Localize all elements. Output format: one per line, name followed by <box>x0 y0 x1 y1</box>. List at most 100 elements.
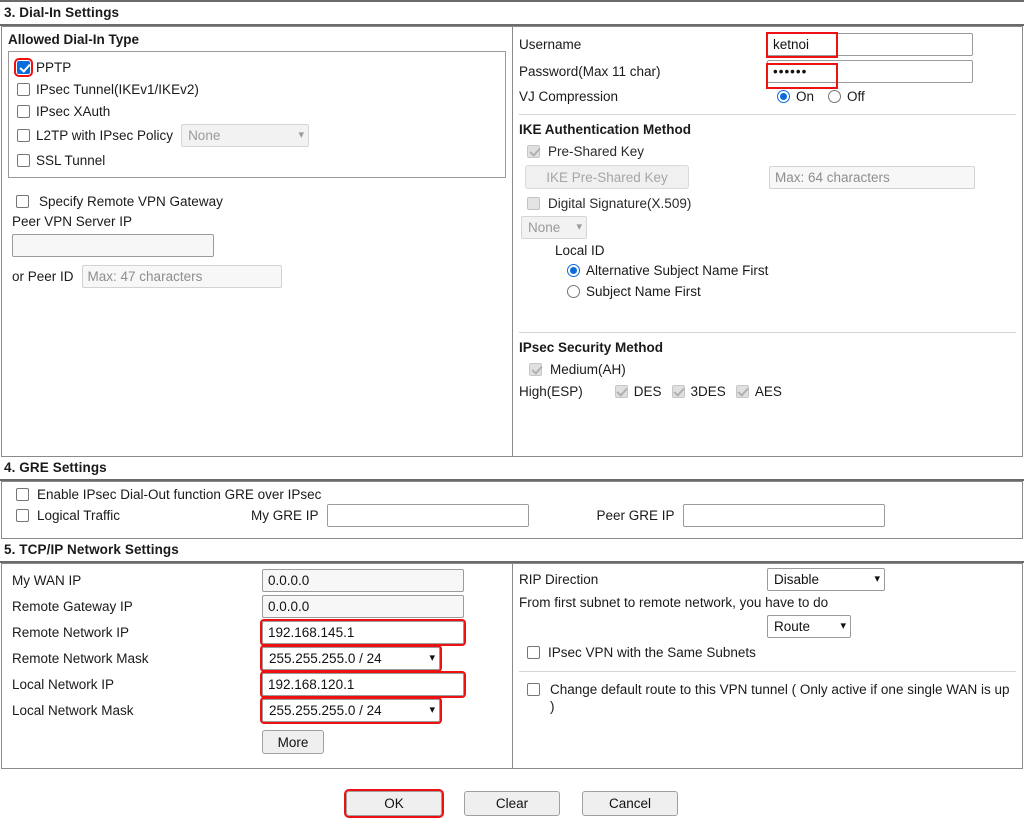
vj-compression-on-radio[interactable] <box>777 89 790 103</box>
local-network-ip-input[interactable]: 192.168.120.1 <box>260 671 466 698</box>
ipsec-xauth-checkbox[interactable] <box>17 104 30 118</box>
chevron-down-icon: ▾ <box>429 704 435 716</box>
rip-direction-select[interactable]: Disable ▾ <box>767 568 885 591</box>
dial-in-type-row-pptp[interactable]: PPTP <box>9 56 505 78</box>
change-default-route-row[interactable]: Change default route to this VPN tunnel … <box>513 672 1022 715</box>
ssl-tunnel-checkbox[interactable] <box>17 153 30 167</box>
digital-signature-label: Digital Signature(X.509) <box>548 196 692 211</box>
specify-remote-vpn-gateway-label: Specify Remote VPN Gateway <box>39 193 223 209</box>
clear-button[interactable]: Clear <box>464 791 560 816</box>
or-peer-id-input[interactable]: Max: 47 characters <box>81 265 282 288</box>
allowed-dial-in-type-title: Allowed Dial-In Type <box>8 32 140 47</box>
chevron-down-icon: ▾ <box>840 620 846 632</box>
route-select-value: Route <box>774 619 811 634</box>
local-id-alternative-label: Alternative Subject Name First <box>586 262 769 278</box>
local-id-label: Local ID <box>555 243 605 258</box>
ssl-tunnel-label: SSL Tunnel <box>36 152 106 168</box>
pre-shared-key-row: Pre-Shared Key <box>513 140 1022 162</box>
change-default-route-label: Change default route to this VPN tunnel … <box>550 682 1010 714</box>
local-id-alternative-radio[interactable] <box>567 263 580 277</box>
enable-ipsec-dial-out-checkbox[interactable] <box>16 487 29 501</box>
cert-select-wrap: None ▾ <box>513 213 1022 239</box>
l2tp-checkbox[interactable] <box>17 129 30 142</box>
my-wan-ip-row: My WAN IP 0.0.0.0 <box>2 564 512 593</box>
local-id-alternative-row[interactable]: Alternative Subject Name First <box>513 258 1022 280</box>
remote-network-mask-label: Remote Network Mask <box>12 651 149 666</box>
high-esp-row: High(ESP) DES 3DES AES <box>513 380 1022 402</box>
local-network-mask-select[interactable]: 255.255.255.0 / 24 ▾ <box>260 697 442 724</box>
ok-button[interactable]: OK <box>344 789 444 818</box>
logical-traffic-label: Logical Traffic <box>37 508 121 523</box>
local-network-mask-row: Local Network Mask 255.255.255.0 / 24 ▾ <box>2 697 512 724</box>
gre-enable-row[interactable]: Enable IPsec Dial-Out function GRE over … <box>2 482 1022 504</box>
l2tp-label: L2TP with IPsec Policy <box>36 128 174 143</box>
rip-direction-label: RIP Direction <box>519 572 599 587</box>
dial-in-type-row-ipsec-xauth[interactable]: IPsec XAuth <box>9 100 505 122</box>
certificate-select: None ▾ <box>521 216 587 239</box>
tcpip-right-column: RIP Direction Disable ▾ From first subne… <box>513 564 1022 768</box>
remote-gateway-ip-input[interactable]: 0.0.0.0 <box>262 595 464 618</box>
local-network-mask-label: Local Network Mask <box>12 703 134 718</box>
local-id-subject-row[interactable]: Subject Name First <box>513 280 1022 302</box>
my-gre-ip-label: My GRE IP <box>251 508 319 523</box>
route-select[interactable]: Route ▾ <box>767 615 851 638</box>
peer-gre-ip-input[interactable] <box>682 504 885 527</box>
change-default-route-checkbox[interactable] <box>527 683 540 696</box>
high-esp-label: High(ESP) <box>519 383 583 399</box>
allowed-dial-in-type-box: PPTP IPsec Tunnel(IKEv1/IKEv2) IPsec XAu… <box>8 51 506 178</box>
local-id-subject-radio[interactable] <box>567 284 580 298</box>
des-label: DES <box>633 383 662 399</box>
remote-network-ip-label: Remote Network IP <box>12 625 130 640</box>
remote-network-ip-input[interactable]: 192.168.145.1 <box>260 619 466 646</box>
pre-shared-key-checkbox <box>527 144 540 158</box>
aes-checkbox <box>735 384 749 398</box>
cancel-button[interactable]: Cancel <box>582 791 678 816</box>
specify-remote-vpn-gateway-row[interactable]: Specify Remote VPN Gateway <box>2 190 512 212</box>
gre-ip-row: Logical Traffic My GRE IP Peer GRE IP <box>2 504 1022 529</box>
username-row: Username ketnoi <box>513 27 1022 58</box>
rip-direction-row: RIP Direction Disable ▾ <box>513 564 1022 592</box>
medium-ah-label: Medium(AH) <box>550 361 626 377</box>
l2tp-ipsec-policy-select[interactable]: None ▾ <box>181 124 310 147</box>
section-title-tcpip: 5. TCP/IP Network Settings <box>4 542 179 557</box>
same-subnets-row[interactable]: IPsec VPN with the Same Subnets <box>513 638 1022 662</box>
pre-shared-key-controls-row: IKE Pre-Shared Key Max: 64 characters <box>513 162 1022 191</box>
logical-traffic-checkbox[interactable] <box>16 509 29 522</box>
vpn-profile-page: 3. Dial-In Settings Allowed Dial-In Type… <box>0 0 1024 825</box>
peer-vpn-server-ip-label: Peer VPN Server IP <box>12 214 133 229</box>
peer-vpn-server-ip-input[interactable] <box>12 234 214 257</box>
my-gre-ip-input[interactable] <box>326 504 529 527</box>
enable-ipsec-dial-out-label: Enable IPsec Dial-Out function GRE over … <box>37 486 322 502</box>
remote-network-ip-row: Remote Network IP 192.168.145.1 <box>2 619 512 646</box>
password-label: Password(Max 11 char) <box>519 64 661 79</box>
password-input[interactable]: •••••• <box>767 60 973 83</box>
vj-compression-off-radio[interactable] <box>828 89 842 103</box>
dial-in-type-row-ssl-tunnel[interactable]: SSL Tunnel <box>9 149 505 171</box>
des-checkbox <box>614 384 628 398</box>
ipsec-tunnel-checkbox[interactable] <box>17 82 30 96</box>
local-network-ip-label: Local Network IP <box>12 677 115 692</box>
ipsec-vpn-same-subnets-checkbox[interactable] <box>527 646 540 659</box>
chevron-down-icon: ▾ <box>576 221 582 233</box>
my-wan-ip-input[interactable]: 0.0.0.0 <box>262 569 464 592</box>
aes-label: AES <box>754 383 782 399</box>
local-id-subject-label: Subject Name First <box>586 283 701 299</box>
username-label: Username <box>519 37 582 52</box>
vj-compression-label: VJ Compression <box>519 88 619 104</box>
dial-in-type-row-ipsec-tunnel[interactable]: IPsec Tunnel(IKEv1/IKEv2) <box>9 78 505 100</box>
dial-in-type-row-l2tp[interactable]: L2TP with IPsec Policy None ▾ <box>9 122 505 149</box>
local-network-ip-row: Local Network IP 192.168.120.1 <box>2 671 512 698</box>
specify-remote-vpn-gateway-checkbox[interactable] <box>16 194 29 208</box>
dial-in-left-column: Allowed Dial-In Type PPTP IPsec Tunnel(I… <box>2 27 513 456</box>
ike-auth-method-title: IKE Authentication Method <box>519 122 691 137</box>
vj-compression-on-label: On <box>796 88 815 104</box>
pptp-checkbox[interactable] <box>14 57 33 77</box>
tcpip-left-column: My WAN IP 0.0.0.0 Remote Gateway IP 0.0.… <box>2 564 513 768</box>
remote-network-mask-select[interactable]: 255.255.255.0 / 24 ▾ <box>260 645 442 672</box>
digital-signature-checkbox <box>527 197 540 210</box>
or-peer-id-row: or Peer ID Max: 47 characters <box>2 257 512 290</box>
remote-gateway-ip-row: Remote Gateway IP 0.0.0.0 <box>2 593 512 619</box>
username-input[interactable]: ketnoi <box>767 33 973 56</box>
more-button[interactable]: More <box>262 730 324 754</box>
footer-buttons: OK Clear Cancel <box>0 769 1024 818</box>
